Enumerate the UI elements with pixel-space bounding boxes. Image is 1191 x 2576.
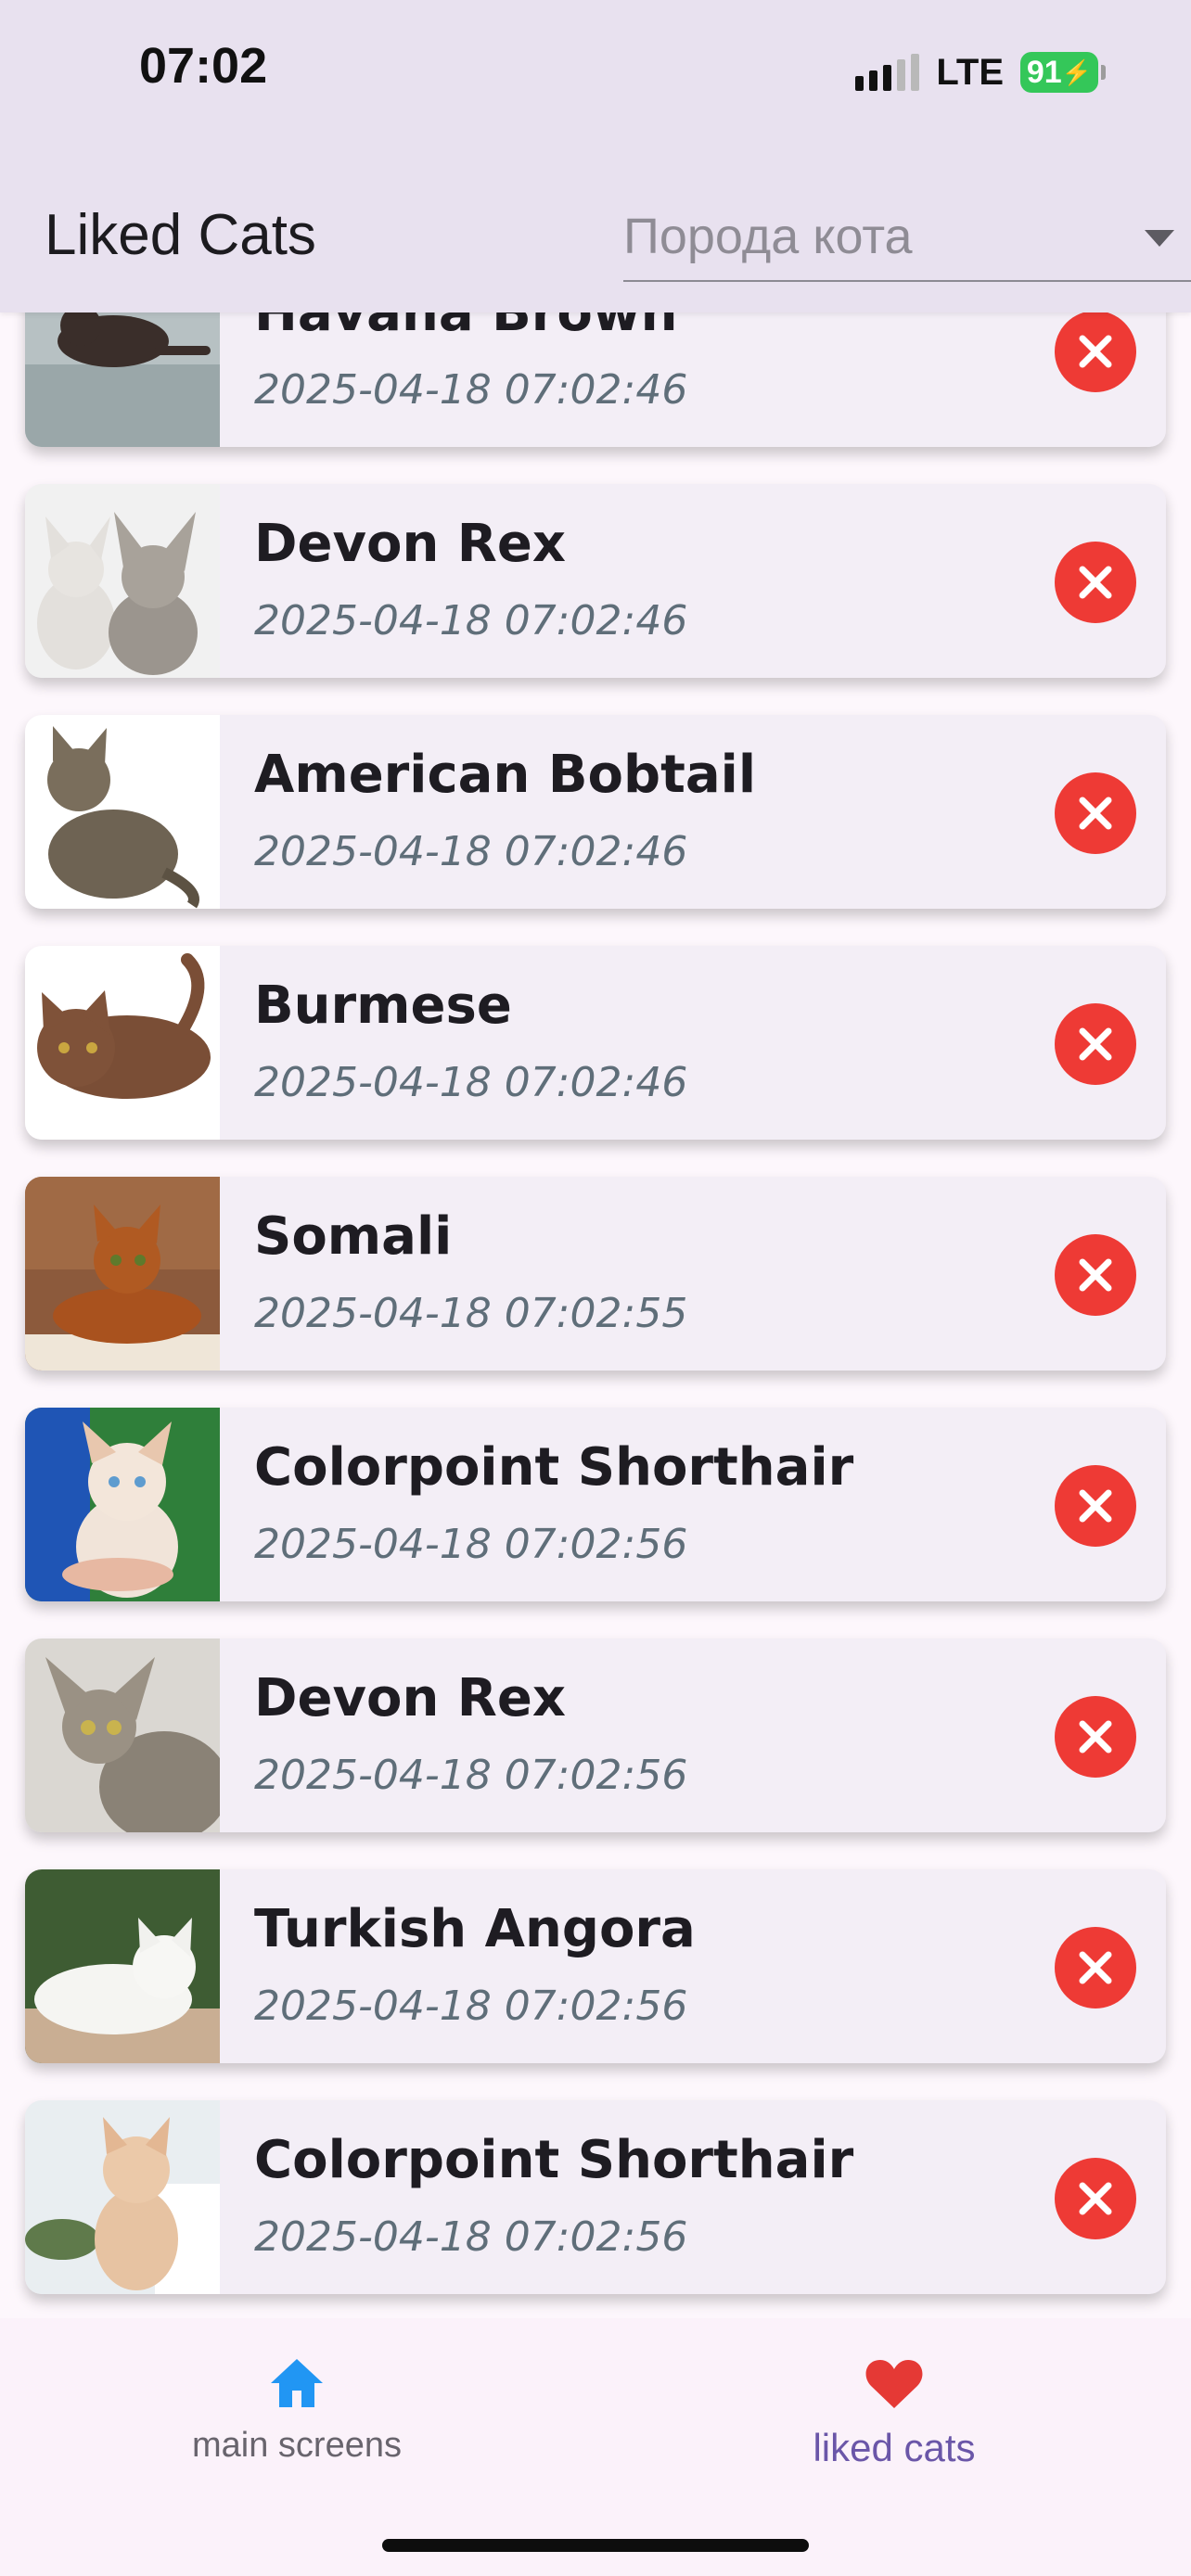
cat-card: American Bobtail 2025-04-18 07:02:46 xyxy=(25,715,1166,909)
remove-button[interactable] xyxy=(1055,311,1136,392)
battery-icon: 91 ⚡ xyxy=(1020,52,1106,93)
close-icon xyxy=(1079,566,1112,599)
cat-card: Colorpoint Shorthair 2025-04-18 07:02:56 xyxy=(25,2100,1166,2294)
close-icon xyxy=(1079,1489,1112,1523)
liked-timestamp: 2025-04-18 07:02:56 xyxy=(254,1521,688,1568)
cat-card: Devon Rex 2025-04-18 07:02:46 xyxy=(25,484,1166,678)
network-type: LTE xyxy=(936,51,1004,93)
remove-button[interactable] xyxy=(1055,1927,1136,2009)
liked-timestamp: 2025-04-18 07:02:56 xyxy=(254,1752,688,1799)
cat-breed-name: Colorpoint Shorthair xyxy=(254,2130,854,2190)
chevron-down-icon xyxy=(1145,230,1174,247)
status-time: 07:02 xyxy=(139,38,268,94)
close-icon xyxy=(1079,335,1112,368)
remove-button[interactable] xyxy=(1055,542,1136,623)
remove-button[interactable] xyxy=(1055,1234,1136,1316)
cat-photo xyxy=(25,1639,220,1832)
cat-breed-name: Turkish Angora xyxy=(254,1899,696,1959)
app-bar: 07:02 LTE 91 ⚡ Liked Cats Порода кота xyxy=(0,0,1191,312)
breed-filter-placeholder: Порода кота xyxy=(623,209,913,264)
close-icon xyxy=(1079,1258,1112,1292)
cat-card: Burmese 2025-04-18 07:02:46 xyxy=(25,946,1166,1140)
liked-timestamp: 2025-04-18 07:02:46 xyxy=(254,828,688,875)
liked-cats-list[interactable]: Havana Brown 2025-04-18 07:02:46 Devon R… xyxy=(0,0,1191,2318)
cat-breed-name: Burmese xyxy=(254,976,512,1036)
cat-photo xyxy=(25,715,220,909)
home-icon xyxy=(271,2359,323,2407)
cat-card: Somali 2025-04-18 07:02:55 xyxy=(25,1177,1166,1371)
home-indicator xyxy=(382,2539,809,2552)
cat-photo xyxy=(25,2100,220,2294)
cat-breed-name: Colorpoint Shorthair xyxy=(254,1437,854,1498)
cat-photo xyxy=(25,1869,220,2063)
nav-main-screens[interactable]: main screens xyxy=(37,2346,557,2466)
cat-photo xyxy=(25,1408,220,1601)
remove-button[interactable] xyxy=(1055,1696,1136,1778)
liked-timestamp: 2025-04-18 07:02:46 xyxy=(254,1059,688,1106)
bottom-navigation: main screens liked cats xyxy=(0,2318,1191,2576)
close-icon xyxy=(1079,1720,1112,1753)
cat-breed-name: Devon Rex xyxy=(254,1668,567,1728)
cat-breed-name: American Bobtail xyxy=(254,745,757,805)
page-title: Liked Cats xyxy=(45,203,316,267)
close-icon xyxy=(1079,797,1112,830)
close-icon xyxy=(1079,2182,1112,2215)
close-icon xyxy=(1079,1027,1112,1061)
close-icon xyxy=(1079,1951,1112,1984)
liked-timestamp: 2025-04-18 07:02:56 xyxy=(254,2213,688,2261)
remove-button[interactable] xyxy=(1055,1465,1136,1547)
status-indicators: LTE 91 ⚡ xyxy=(855,46,1106,98)
remove-button[interactable] xyxy=(1055,772,1136,854)
cat-card: Devon Rex 2025-04-18 07:02:56 xyxy=(25,1639,1166,1832)
cat-photo xyxy=(25,484,220,678)
cat-card: Turkish Angora 2025-04-18 07:02:56 xyxy=(25,1869,1166,2063)
breed-filter-dropdown[interactable]: Порода кота xyxy=(623,197,1191,282)
liked-timestamp: 2025-04-18 07:02:56 xyxy=(254,1983,688,2030)
battery-level: 91 xyxy=(1026,54,1062,90)
cat-breed-name: Devon Rex xyxy=(254,514,567,574)
nav-liked-cats[interactable]: liked cats xyxy=(634,2346,1154,2470)
cat-photo xyxy=(25,946,220,1140)
cat-photo xyxy=(25,1177,220,1371)
nav-liked-cats-label: liked cats xyxy=(813,2426,976,2469)
signal-icon xyxy=(855,54,920,91)
cat-card: Colorpoint Shorthair 2025-04-18 07:02:56 xyxy=(25,1408,1166,1601)
cat-breed-name: Somali xyxy=(254,1206,453,1267)
liked-timestamp: 2025-04-18 07:02:55 xyxy=(254,1290,688,1337)
liked-timestamp: 2025-04-18 07:02:46 xyxy=(254,366,688,414)
heart-icon xyxy=(865,2360,923,2408)
remove-button[interactable] xyxy=(1055,2158,1136,2239)
remove-button[interactable] xyxy=(1055,1003,1136,1085)
nav-main-screens-label: main screens xyxy=(192,2426,402,2465)
liked-timestamp: 2025-04-18 07:02:46 xyxy=(254,597,688,644)
